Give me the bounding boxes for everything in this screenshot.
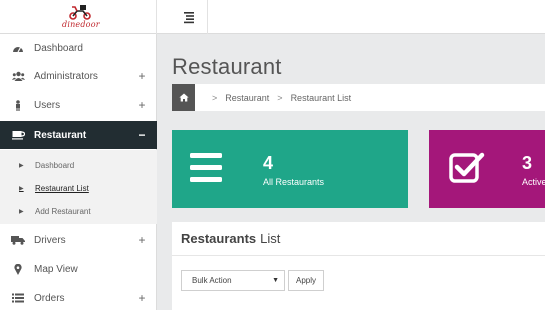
expand-plus-icon: + <box>138 233 146 247</box>
sidebar: Dashboard Administrators + Users + Resta… <box>0 34 157 310</box>
sidebar-item-administrators[interactable]: Administrators + <box>0 62 157 90</box>
sidebar-item-label: Map View <box>34 263 78 275</box>
breadcrumb-current: Restaurant List <box>290 92 352 103</box>
caret-right-icon: ▶ <box>19 208 24 215</box>
stat-label: All Restaurants <box>263 177 325 187</box>
sidebar-toggle-button[interactable] <box>173 8 205 26</box>
list-icon <box>11 291 25 305</box>
submenu-item-restaurant-list[interactable]: ▶ Restaurant List <box>0 177 157 199</box>
sidebar-item-dashboard[interactable]: Dashboard <box>0 34 157 62</box>
sidebar-item-users[interactable]: Users + <box>0 91 157 119</box>
stat-card-active[interactable]: 3 Active <box>429 130 545 208</box>
sidebar-item-label: Administrators <box>34 70 98 82</box>
submenu-item-label: Add Restaurant <box>35 206 91 216</box>
stat-number: 3 <box>522 153 533 173</box>
coffee-cup-icon <box>11 128 25 142</box>
sidebar-item-label: Drivers <box>34 234 66 246</box>
panel-title-rest: List <box>260 231 281 246</box>
restaurant-submenu: ▶ Dashboard ▶ Restaurant List ▶ Add Rest… <box>0 150 157 224</box>
toolbar-divider <box>207 0 208 34</box>
sidebar-item-map-view[interactable]: Map View <box>0 255 157 283</box>
sidebar-item-label: Dashboard <box>34 42 83 54</box>
tachometer-icon <box>11 41 25 55</box>
bars-icon <box>190 153 222 182</box>
scooter-logo-icon <box>69 5 91 20</box>
users-icon <box>11 69 25 83</box>
breadcrumb-link-restaurant[interactable]: Restaurant <box>225 93 269 103</box>
bulk-action-select[interactable]: Bulk Action ▼ <box>181 270 285 291</box>
bulk-action-value: Bulk Action <box>192 276 232 285</box>
check-square-icon <box>449 152 485 183</box>
collapse-minus-icon: − <box>138 128 146 142</box>
sidebar-item-label: Restaurant <box>34 129 87 141</box>
submenu-item-dashboard[interactable]: ▶ Dashboard <box>0 154 157 176</box>
expand-plus-icon: + <box>138 291 146 305</box>
breadcrumb-separator: > <box>212 92 218 103</box>
user-icon <box>11 98 25 112</box>
submenu-item-add-restaurant[interactable]: ▶ Add Restaurant <box>0 200 157 222</box>
sidebar-item-drivers[interactable]: Drivers + <box>0 226 157 254</box>
stat-number: 4 <box>263 153 274 173</box>
stat-label: Active <box>522 177 545 187</box>
expand-plus-icon: + <box>138 69 146 83</box>
top-bar: dinedoor <box>0 0 545 34</box>
sidebar-item-label: Orders <box>34 292 65 304</box>
caret-down-icon: ▼ <box>272 277 279 284</box>
stat-card-all-restaurants[interactable]: 4 All Restaurants <box>172 130 408 208</box>
map-marker-icon <box>11 262 25 276</box>
submenu-item-label: Dashboard <box>35 160 75 170</box>
logo[interactable]: dinedoor <box>0 0 157 34</box>
submenu-item-label: Restaurant List <box>35 183 89 193</box>
apply-button[interactable]: Apply <box>288 270 324 291</box>
caret-right-icon: ▶ <box>19 162 24 169</box>
breadcrumb-separator: > <box>277 92 283 103</box>
expand-plus-icon: + <box>138 98 146 112</box>
caret-right-icon: ▶ <box>19 185 24 192</box>
panel-title-bold: Restaurants <box>181 231 257 246</box>
sidebar-item-label: Users <box>34 99 61 111</box>
sidebar-item-restaurant[interactable]: Restaurant − <box>0 121 157 149</box>
restaurants-list-panel: Restaurants List Bulk Action ▼ Apply <box>172 222 545 310</box>
truck-icon <box>11 233 25 247</box>
home-icon <box>178 93 189 102</box>
logo-text: dinedoor <box>62 20 100 29</box>
breadcrumb-home-button[interactable] <box>172 84 195 111</box>
panel-header: Restaurants List <box>172 222 545 256</box>
menu-toggle-icon <box>184 12 194 24</box>
breadcrumb: > Restaurant > Restaurant List <box>172 84 545 111</box>
sidebar-item-orders[interactable]: Orders + <box>0 284 157 310</box>
page-title: Restaurant <box>172 54 282 79</box>
